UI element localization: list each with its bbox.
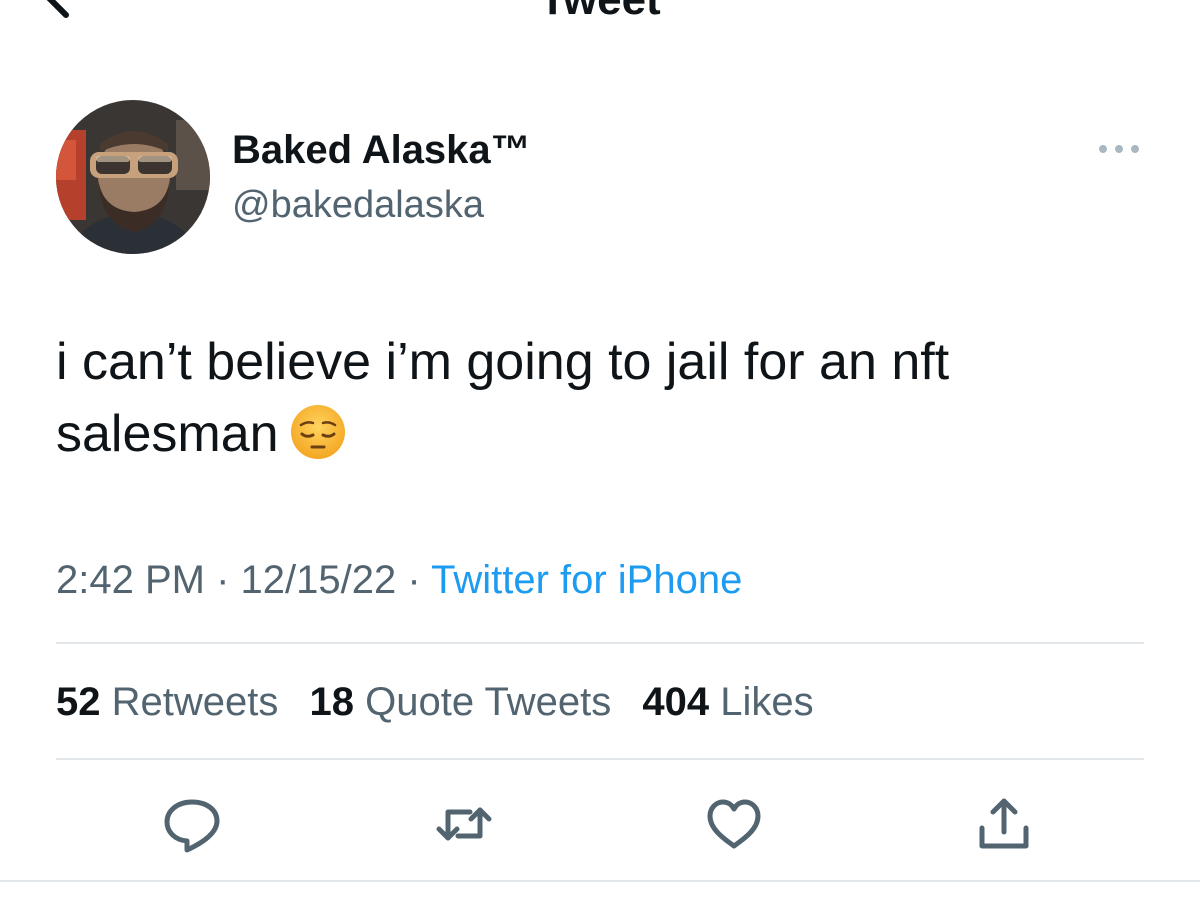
tweet-text: i can’t believe i’m going to jail for an… — [56, 326, 1166, 480]
tweet-time: 2:42 PM — [56, 558, 205, 602]
tweet-date: 12/15/22 — [240, 558, 397, 602]
username-handle[interactable]: @bakedalaska — [232, 180, 484, 230]
divider — [56, 758, 1144, 760]
divider — [56, 642, 1144, 644]
quote-tweets-count: 18 — [309, 680, 355, 724]
separator-dot: · — [216, 558, 230, 602]
page-title: Tweet — [0, 0, 1200, 26]
share-button[interactable] — [974, 794, 1034, 854]
avatar[interactable] — [56, 100, 210, 254]
retweet-icon — [436, 807, 492, 841]
pensive-face-icon — [289, 403, 347, 480]
tweet-text-line: salesman — [56, 398, 1166, 480]
likes-label: Likes — [720, 680, 814, 724]
retweets-stat[interactable]: 52 Retweets — [56, 676, 278, 728]
share-icon — [979, 798, 1029, 849]
likes-stat[interactable]: 404 Likes — [642, 676, 813, 728]
profile-photo — [56, 100, 210, 254]
retweets-count: 52 — [56, 680, 101, 724]
more-options-button[interactable] — [1092, 134, 1146, 164]
display-name[interactable]: Baked Alaska™ — [232, 124, 531, 176]
retweets-label: Retweets — [111, 680, 279, 724]
reply-icon — [164, 799, 220, 853]
quote-tweets-stat[interactable]: 18 Quote Tweets — [310, 676, 612, 728]
engagement-stats: 52 Retweets 18 Quote Tweets 404 Likes — [56, 676, 834, 728]
like-button[interactable] — [704, 794, 764, 854]
likes-count: 404 — [642, 680, 710, 724]
tweet-text-line: i can’t believe i’m going to jail for an… — [56, 333, 950, 391]
retweet-button[interactable] — [434, 794, 494, 854]
tweet-metadata: 2:42 PM · 12/15/22 · Twitter for iPhone — [56, 554, 742, 606]
separator-dot: · — [407, 558, 421, 602]
tweet-source-link[interactable]: Twitter for iPhone — [431, 558, 742, 602]
quote-tweets-label: Quote Tweets — [365, 680, 612, 724]
top-bar: Tweet — [0, 0, 1200, 40]
heart-icon — [707, 799, 761, 849]
reply-button[interactable] — [162, 794, 222, 854]
tweet-text-fragment: salesman — [56, 405, 279, 463]
divider — [0, 880, 1200, 882]
more-horizontal-icon — [1099, 145, 1139, 153]
